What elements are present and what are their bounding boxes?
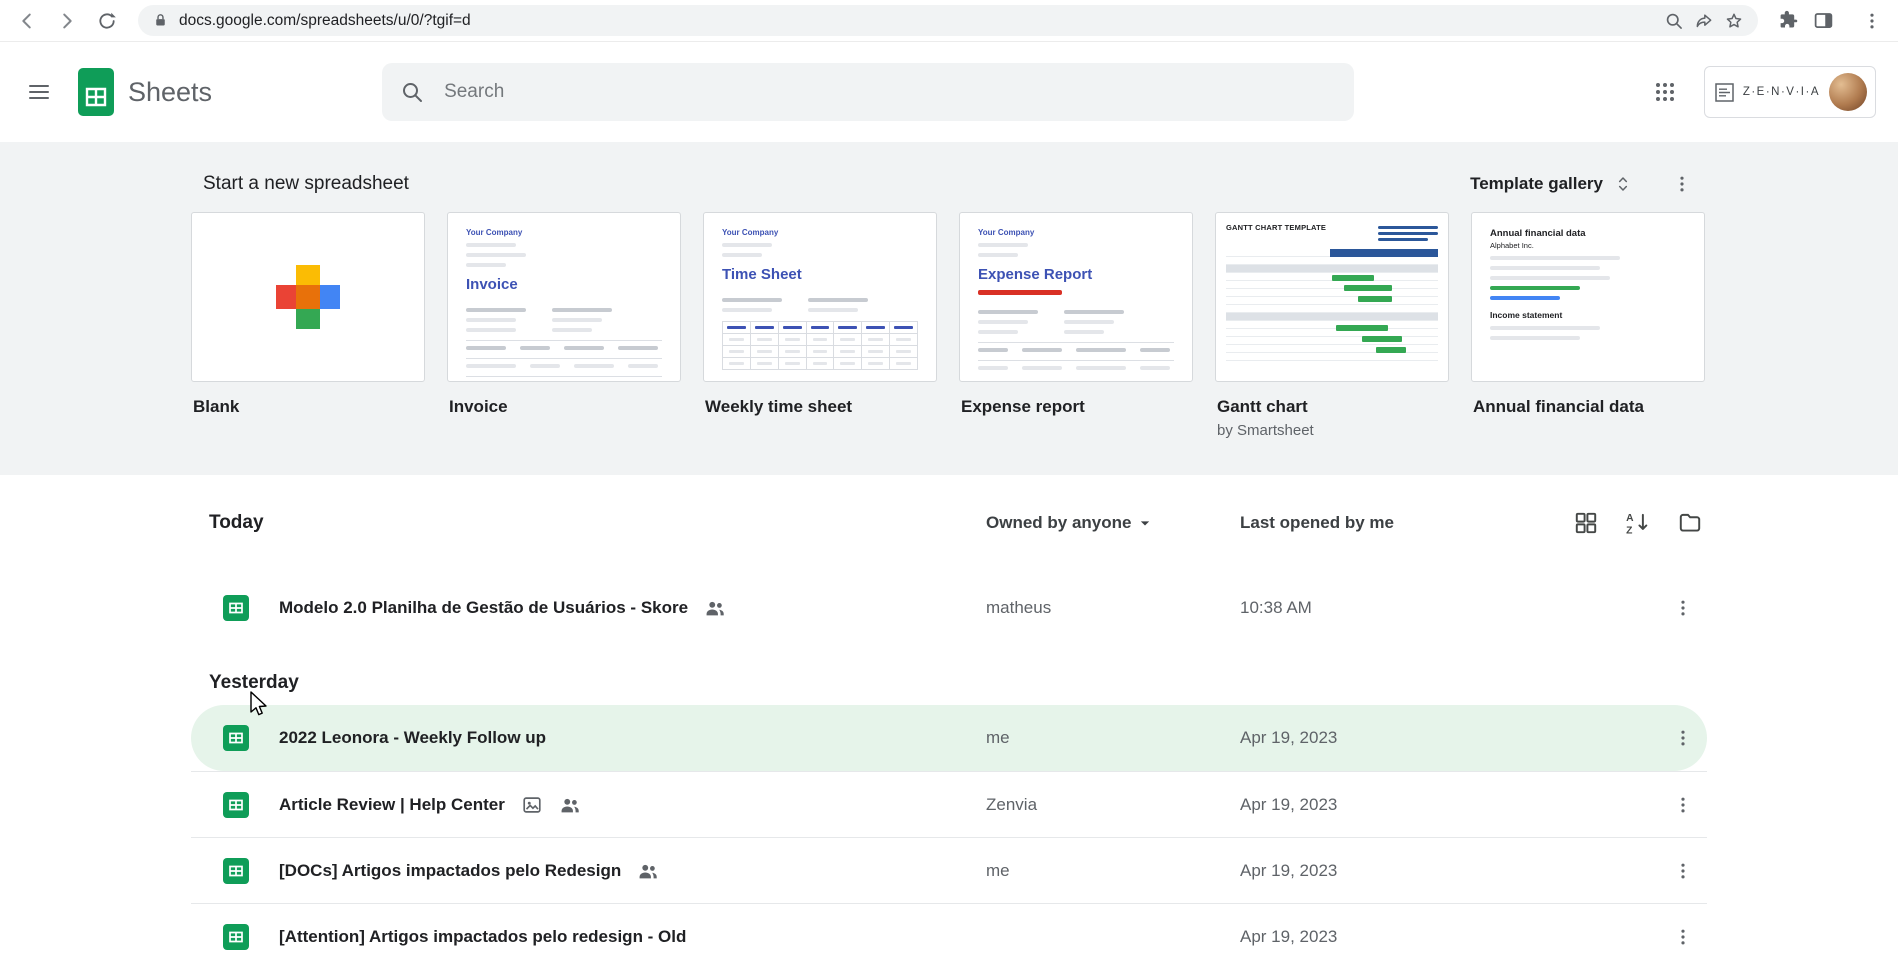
grid-view-icon[interactable] bbox=[1573, 510, 1599, 536]
caret-down-icon bbox=[1141, 521, 1150, 526]
app-header: Sheets Z·E·N·V·I·A bbox=[0, 42, 1898, 142]
annual-financial-thumbnail: Annual financial data Alphabet Inc. Inco… bbox=[1471, 212, 1705, 382]
sort-az-icon[interactable]: AZ bbox=[1625, 510, 1651, 536]
sheets-file-icon bbox=[223, 725, 279, 751]
file-opened: Apr 19, 2023 bbox=[1240, 728, 1338, 747]
file-owner: Zenvia bbox=[986, 794, 1038, 814]
template-card-label: Blank bbox=[193, 397, 240, 416]
account-badge[interactable]: Z·E·N·V·I·A bbox=[1703, 66, 1876, 118]
share-icon[interactable] bbox=[1694, 11, 1714, 31]
app-title[interactable]: Sheets bbox=[128, 77, 212, 108]
open-file-picker-folder-icon[interactable] bbox=[1677, 510, 1703, 536]
browser-menu-icon[interactable] bbox=[1862, 11, 1882, 31]
gantt-chart-thumbnail: GANTT CHART TEMPLATE bbox=[1215, 212, 1449, 382]
template-card-sublabel: by Smartsheet bbox=[1217, 422, 1314, 439]
plus-icon bbox=[276, 265, 340, 329]
expense-report-thumbnail: Your Company Expense Report bbox=[959, 212, 1193, 382]
back-icon[interactable] bbox=[10, 4, 44, 38]
template-card-label: Annual financial data bbox=[1473, 397, 1644, 416]
template-card-label: Gantt chart bbox=[1217, 397, 1308, 416]
template-card-blank[interactable]: Blank bbox=[191, 212, 425, 439]
file-list-section: Today Owned by anyone Last opened by me … bbox=[0, 475, 1898, 962]
shared-people-icon bbox=[559, 794, 581, 816]
file-row[interactable]: [DOCs] Artigos impactados pelo Redesign … bbox=[191, 837, 1707, 903]
search-bar[interactable] bbox=[382, 63, 1355, 121]
file-owner: me bbox=[986, 728, 1010, 747]
template-gallery-button[interactable]: Template gallery bbox=[1458, 166, 1645, 202]
row-more-icon[interactable] bbox=[1659, 781, 1707, 829]
forward-icon[interactable] bbox=[50, 4, 84, 38]
template-card-gantt-chart[interactable]: GANTT CHART TEMPLATE Gantt chart by Smar… bbox=[1215, 212, 1449, 439]
account-org-label: Z·E·N·V·I·A bbox=[1742, 86, 1820, 98]
shared-people-icon bbox=[637, 860, 659, 882]
file-row[interactable]: [Attention] Artigos impactados pelo rede… bbox=[191, 903, 1707, 962]
file-title: 2022 Leonora - Weekly Follow up bbox=[279, 728, 547, 747]
owner-filter-dropdown[interactable]: Owned by anyone bbox=[986, 513, 1240, 533]
template-section: Start a new spreadsheet Template gallery bbox=[0, 142, 1898, 475]
side-panel-icon[interactable] bbox=[1813, 10, 1834, 31]
browser-actions bbox=[1772, 10, 1888, 31]
lock-icon bbox=[152, 12, 169, 29]
file-title: Article Review | Help Center bbox=[279, 794, 505, 814]
template-card-label: Invoice bbox=[449, 397, 508, 416]
file-row[interactable]: Article Review | Help Center Zenvia Apr … bbox=[191, 771, 1707, 837]
template-card-label: Expense report bbox=[961, 397, 1085, 416]
row-more-icon[interactable] bbox=[1659, 714, 1707, 762]
svg-text:Z: Z bbox=[1626, 525, 1632, 536]
file-owner: me bbox=[986, 860, 1010, 880]
account-avatar[interactable] bbox=[1829, 73, 1867, 111]
svg-text:A: A bbox=[1626, 513, 1634, 524]
sheets-file-icon bbox=[223, 857, 279, 884]
file-title: [DOCs] Artigos impactados pelo Redesign bbox=[279, 860, 622, 880]
file-row[interactable]: Modelo 2.0 Planilha de Gestão de Usuário… bbox=[191, 575, 1707, 641]
file-opened: 10:38 AM bbox=[1240, 598, 1312, 617]
row-more-icon[interactable] bbox=[1659, 913, 1707, 961]
zoom-icon[interactable] bbox=[1664, 11, 1684, 31]
main-menu-icon[interactable] bbox=[14, 67, 64, 117]
blank-thumbnail bbox=[191, 212, 425, 382]
file-title: [Attention] Artigos impactados pelo rede… bbox=[279, 926, 687, 946]
image-icon bbox=[521, 794, 543, 816]
template-card-invoice[interactable]: Your Company Invoice Invoice bbox=[447, 212, 681, 439]
search-input[interactable] bbox=[444, 81, 1345, 103]
template-card-annual-financial-data[interactable]: Annual financial data Alphabet Inc. Inco… bbox=[1471, 212, 1705, 439]
address-bar[interactable]: docs.google.com/spreadsheets/u/0/?tgif=d bbox=[138, 5, 1758, 36]
reload-icon[interactable] bbox=[90, 4, 124, 38]
zenvia-logo-icon bbox=[1715, 82, 1734, 102]
shared-people-icon bbox=[704, 597, 726, 619]
template-card-weekly-time-sheet[interactable]: Your Company Time Sheet Weekly time shee bbox=[703, 212, 937, 439]
sheets-logo-icon[interactable] bbox=[78, 68, 114, 116]
google-apps-icon[interactable] bbox=[1640, 67, 1690, 117]
row-more-icon[interactable] bbox=[1659, 584, 1707, 632]
file-owner: matheus bbox=[986, 598, 1052, 617]
file-title: Modelo 2.0 Planilha de Gestão de Usuário… bbox=[279, 598, 689, 617]
bookmark-star-icon[interactable] bbox=[1724, 11, 1744, 31]
search-icon[interactable] bbox=[400, 80, 424, 104]
file-opened: Apr 19, 2023 bbox=[1240, 926, 1338, 946]
url-text: docs.google.com/spreadsheets/u/0/?tgif=d bbox=[179, 11, 471, 29]
file-opened: Apr 19, 2023 bbox=[1240, 860, 1338, 880]
sheets-file-icon bbox=[223, 595, 279, 621]
group-heading-today: Today bbox=[209, 512, 264, 533]
extensions-icon[interactable] bbox=[1778, 10, 1799, 31]
sheets-file-icon bbox=[223, 923, 279, 950]
last-opened-label: Last opened by me bbox=[1240, 513, 1394, 532]
template-section-title: Start a new spreadsheet bbox=[203, 173, 409, 194]
file-row-selected[interactable]: 2022 Leonora - Weekly Follow up me Apr 1… bbox=[191, 705, 1707, 771]
row-more-icon[interactable] bbox=[1659, 847, 1707, 895]
file-opened: Apr 19, 2023 bbox=[1240, 794, 1338, 814]
invoice-thumbnail: Your Company Invoice bbox=[447, 212, 681, 382]
list-controls: Today Owned by anyone Last opened by me … bbox=[191, 501, 1707, 545]
template-more-icon[interactable] bbox=[1661, 163, 1703, 205]
time-sheet-thumbnail: Your Company Time Sheet bbox=[703, 212, 937, 382]
sheets-file-icon bbox=[223, 791, 279, 818]
template-card-label: Weekly time sheet bbox=[705, 397, 853, 416]
group-heading-yesterday: Yesterday bbox=[209, 672, 299, 693]
unfold-icon bbox=[1618, 177, 1628, 191]
template-card-expense-report[interactable]: Your Company Expense Report Expense repo… bbox=[959, 212, 1193, 439]
browser-toolbar: docs.google.com/spreadsheets/u/0/?tgif=d bbox=[0, 0, 1898, 42]
